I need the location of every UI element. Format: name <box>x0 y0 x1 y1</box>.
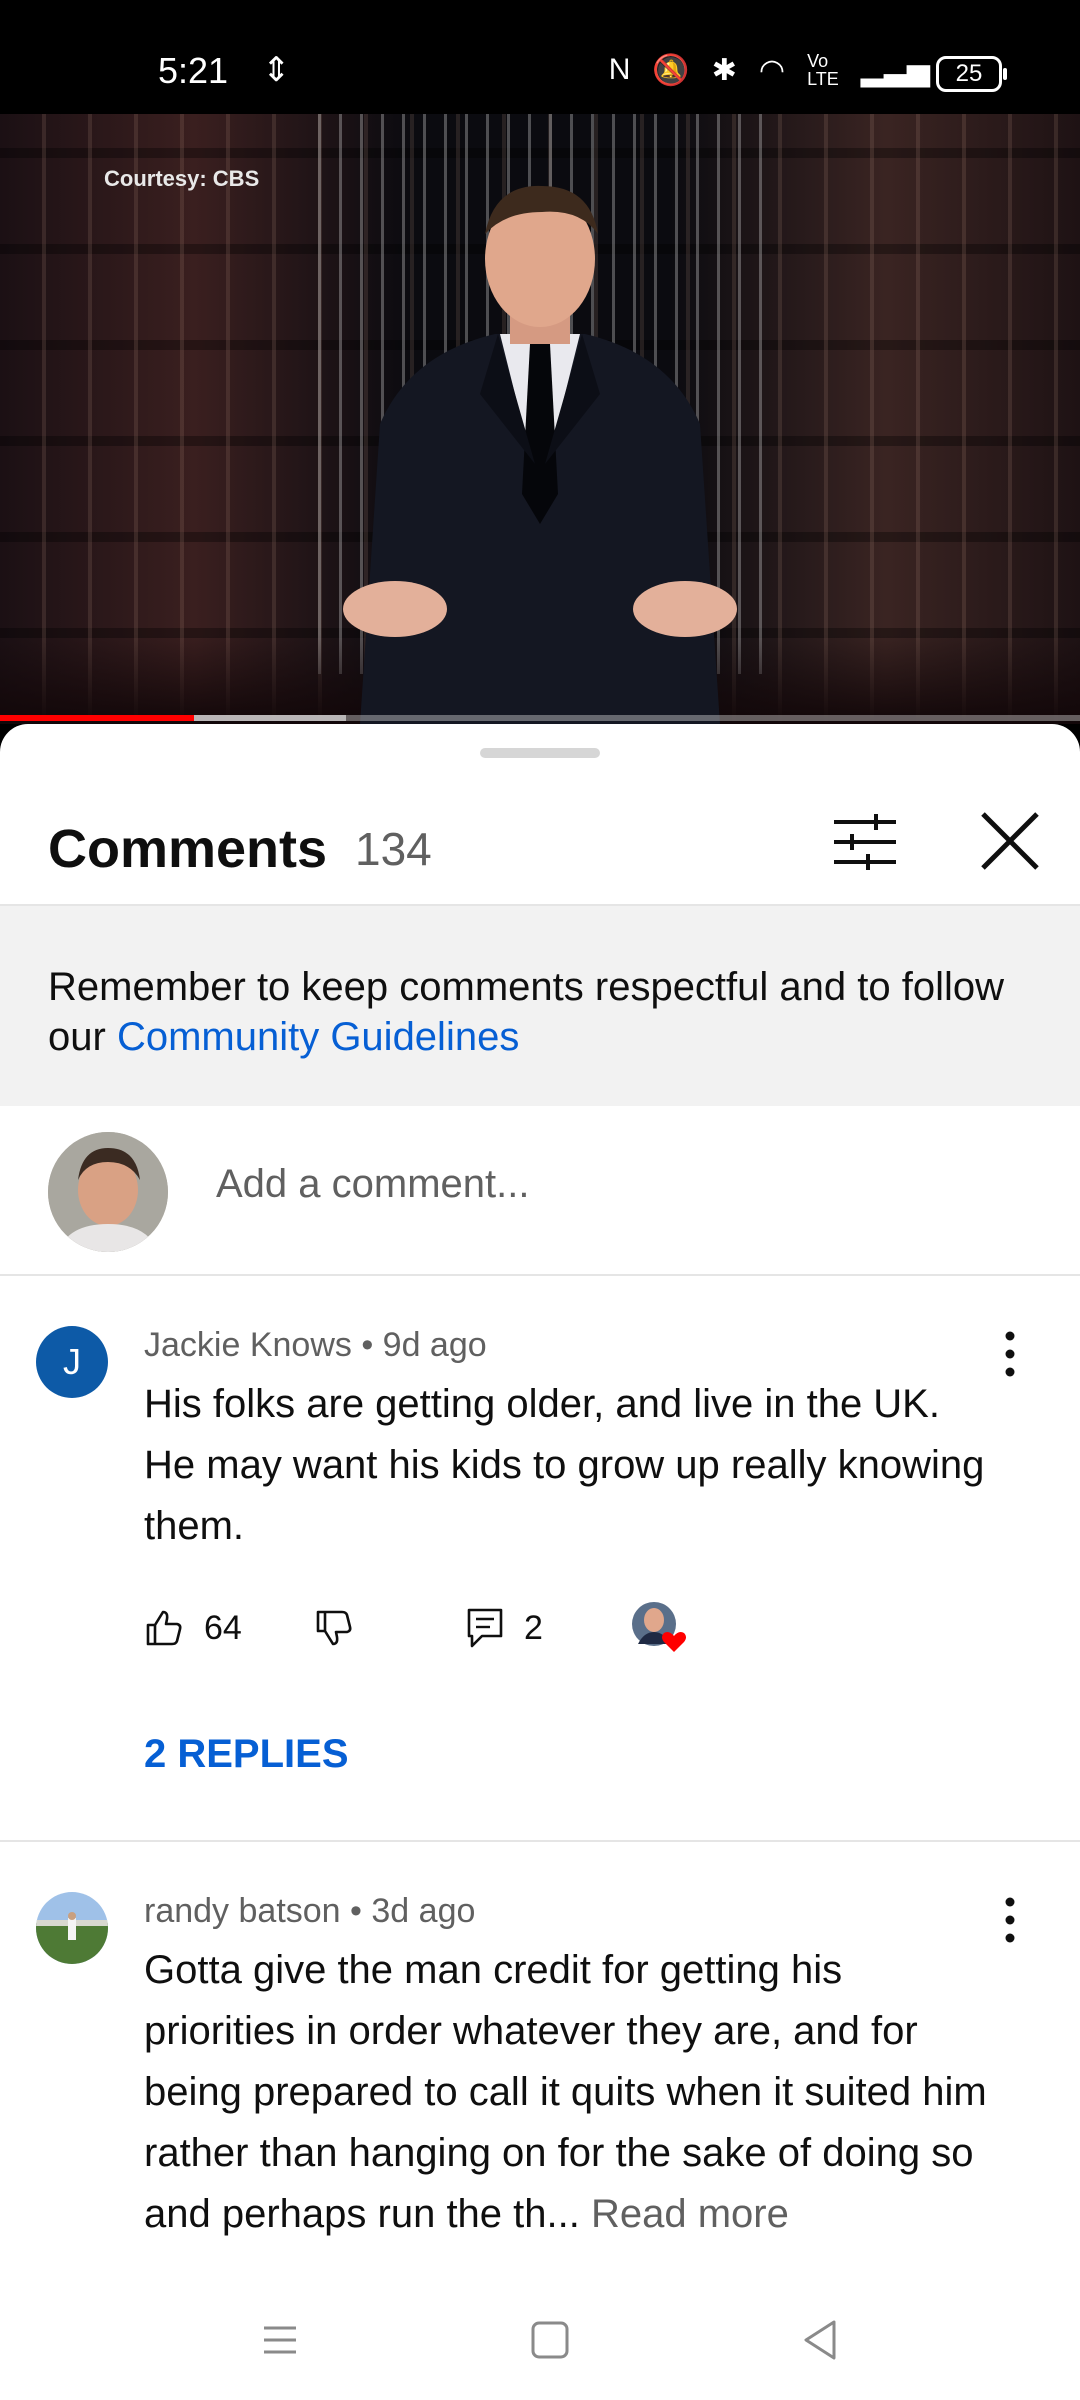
comment-text: His folks are getting older, and live in… <box>144 1382 985 1548</box>
sort-filter-icon[interactable] <box>830 812 900 872</box>
drag-handle[interactable] <box>480 748 600 758</box>
comment-text: Gotta give the man credit for getting hi… <box>144 1940 994 2245</box>
home-icon[interactable] <box>520 2310 580 2370</box>
comments-header: Comments 134 <box>0 784 1080 904</box>
avatar[interactable]: J <box>36 1326 108 1398</box>
more-options-icon[interactable] <box>990 1892 1030 1948</box>
avatar-letter: J <box>63 1341 81 1382</box>
add-comment-input[interactable]: Add a comment... <box>216 1162 529 1207</box>
close-icon[interactable] <box>975 806 1045 876</box>
comment-author[interactable]: randy batson <box>144 1892 341 1930</box>
comment-age: 9d ago <box>382 1326 487 1364</box>
video-progress-bar[interactable] <box>0 715 1080 721</box>
read-more-link[interactable]: Read more <box>591 2192 789 2236</box>
comment-meta: randy batson • 3d ago <box>144 1892 476 1930</box>
status-bar: 5:21 ⇕ N 🔕 ✱ ◠ Vo LTE ▂▃▅ 25 <box>0 0 1080 114</box>
video-player[interactable]: Courtesy: CBS <box>0 114 1080 724</box>
reply-count: 2 <box>524 1608 543 1647</box>
status-time: 5:21 <box>158 50 229 91</box>
comment-item: J Jackie Knows • 9d ago His folks are ge… <box>0 1276 1080 1836</box>
comment-actions: 64 2 <box>144 1598 844 1658</box>
dislike-button[interactable] <box>314 1598 354 1658</box>
reply-comment-icon <box>467 1608 503 1648</box>
like-button[interactable]: 64 <box>144 1598 242 1658</box>
system-nav-bar <box>0 2280 1080 2400</box>
menu-icon[interactable] <box>250 2310 310 2370</box>
randy-avatar-image <box>36 1892 108 1964</box>
avatar <box>48 1132 168 1252</box>
status-icons: N 🔕 ✱ ◠ Vo LTE ▂▃▅ <box>609 52 930 88</box>
avatar[interactable] <box>36 1892 108 1964</box>
battery-level: 25 <box>955 60 983 87</box>
comments-title: Comments <box>48 819 328 879</box>
video-host-figure <box>343 185 737 724</box>
back-icon[interactable] <box>790 2310 850 2370</box>
progress-played <box>0 715 195 721</box>
comments-sheet: Comments 134 Remember to keep comments r… <box>0 724 1080 2400</box>
more-options-icon[interactable] <box>990 1326 1030 1382</box>
community-guidelines-link[interactable]: Community Guidelines <box>117 1015 519 1059</box>
thumbs-up-icon <box>146 1610 182 1646</box>
volte-icon: Vo LTE <box>807 51 839 89</box>
nfc-icon: N <box>608 53 631 86</box>
signal-icon: ▂▃▅ <box>860 53 930 87</box>
community-notice: Remember to keep comments respectful and… <box>0 906 1080 1106</box>
creator-heart-icon <box>632 1602 686 1652</box>
wifi-icon: ◠ <box>758 53 786 87</box>
like-count: 64 <box>204 1608 242 1647</box>
creator-heart <box>630 1598 690 1658</box>
video-watermark: Courtesy: CBS <box>104 166 260 191</box>
reply-button[interactable]: 2 <box>466 1598 543 1658</box>
mute-icon: 🔕 <box>652 53 690 87</box>
thumbs-down-icon <box>316 1610 352 1646</box>
bluetooth-icon: ✱ <box>711 53 737 87</box>
comment-text-body: Gotta give the man credit for getting hi… <box>144 1948 987 2236</box>
comment-age: 3d ago <box>371 1892 476 1930</box>
sync-icon: ⇕ <box>262 51 291 89</box>
comment-author[interactable]: Jackie Knows <box>144 1326 352 1364</box>
comments-count: 134 <box>355 823 432 875</box>
add-comment-row[interactable]: Add a comment... <box>0 1106 1080 1274</box>
comment-meta: Jackie Knows • 9d ago <box>144 1326 487 1364</box>
user-avatar-image <box>48 1132 168 1252</box>
view-replies-button[interactable]: 2 REPLIES <box>144 1732 349 1777</box>
battery-icon: 25 <box>936 56 1007 92</box>
notice-text: Remember to keep comments respectful and… <box>48 962 1028 1062</box>
